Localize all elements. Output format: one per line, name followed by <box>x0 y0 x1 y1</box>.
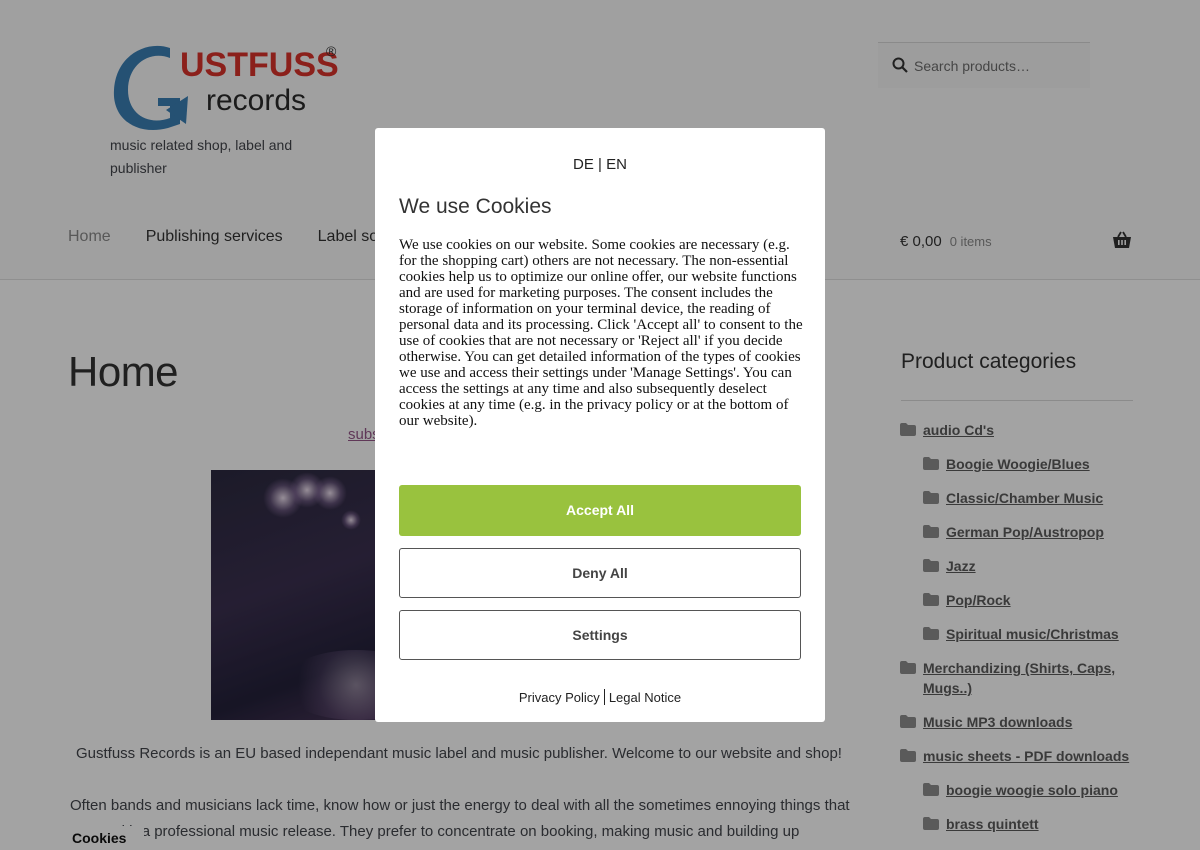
links-divider <box>603 689 605 705</box>
lang-en-link[interactable]: EN <box>606 156 627 173</box>
cookie-consent-dialog: DE | EN We use Cookies We use cookies on… <box>375 128 825 722</box>
cookie-dialog-links: Privacy Policy Legal Notice <box>375 689 825 705</box>
cookie-settings-button[interactable]: Settings <box>399 610 801 660</box>
accept-all-button[interactable]: Accept All <box>399 485 801 536</box>
deny-all-button[interactable]: Deny All <box>399 548 801 598</box>
cookie-dialog-title: We use Cookies <box>399 195 552 218</box>
privacy-policy-link[interactable]: Privacy Policy <box>519 690 600 705</box>
lang-separator: | <box>598 156 602 173</box>
language-switcher: DE | EN <box>375 156 825 173</box>
modal-backdrop: DE | EN We use Cookies We use cookies on… <box>0 0 1200 850</box>
cookie-dialog-text: We use cookies on our website. Some cook… <box>399 237 803 429</box>
legal-notice-link[interactable]: Legal Notice <box>609 690 681 705</box>
lang-de-link[interactable]: DE <box>573 156 594 173</box>
